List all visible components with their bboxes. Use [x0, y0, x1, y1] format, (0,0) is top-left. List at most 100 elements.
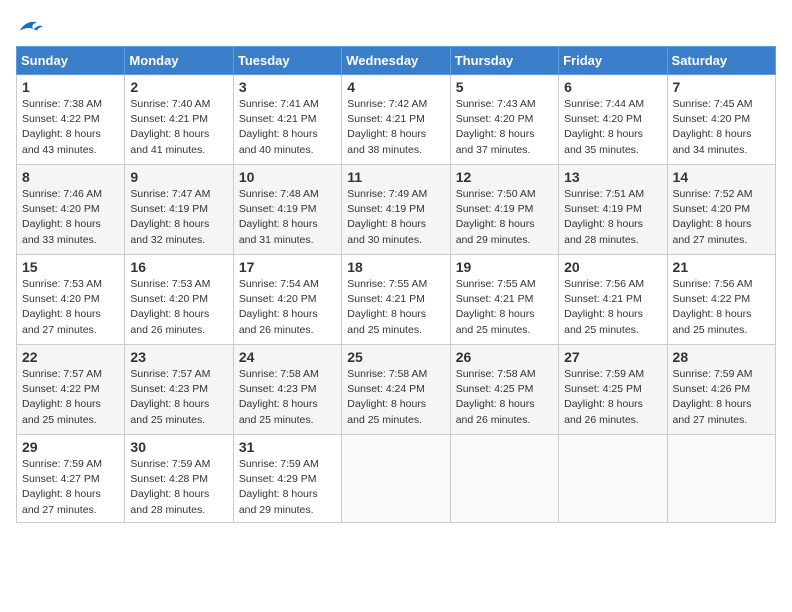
day-info: Sunrise: 7:47 AMSunset: 4:19 PMDaylight:…	[130, 187, 227, 248]
calendar-cell: 26 Sunrise: 7:58 AMSunset: 4:25 PMDayligh…	[450, 345, 558, 435]
day-info: Sunrise: 7:42 AMSunset: 4:21 PMDaylight:…	[347, 97, 444, 158]
day-number: 25	[347, 349, 444, 365]
calendar-cell: 2 Sunrise: 7:40 AMSunset: 4:21 PMDaylight…	[125, 75, 233, 165]
calendar-cell: 29Sunrise: 7:59 AMSunset: 4:27 PMDayligh…	[17, 435, 125, 523]
day-info: Sunrise: 7:59 AMSunset: 4:26 PMDaylight:…	[673, 367, 770, 428]
day-info: Sunrise: 7:58 AMSunset: 4:23 PMDaylight:…	[239, 367, 336, 428]
calendar-cell: 13 Sunrise: 7:51 AMSunset: 4:19 PMDayligh…	[559, 165, 667, 255]
day-number: 13	[564, 169, 661, 185]
day-info: Sunrise: 7:51 AMSunset: 4:19 PMDaylight:…	[564, 187, 661, 248]
calendar-cell: 21 Sunrise: 7:56 AMSunset: 4:22 PMDayligh…	[667, 255, 775, 345]
day-number: 15	[22, 259, 119, 275]
day-number: 17	[239, 259, 336, 275]
day-info: Sunrise: 7:59 AMSunset: 4:25 PMDaylight:…	[564, 367, 661, 428]
calendar-cell: 23 Sunrise: 7:57 AMSunset: 4:23 PMDayligh…	[125, 345, 233, 435]
weekday-header: Saturday	[667, 47, 775, 75]
day-info: Sunrise: 7:38 AMSunset: 4:22 PMDaylight:…	[22, 97, 119, 158]
day-number: 7	[673, 79, 770, 95]
day-number: 3	[239, 79, 336, 95]
day-info: Sunrise: 7:57 AMSunset: 4:22 PMDaylight:…	[22, 367, 119, 428]
calendar-cell: 12 Sunrise: 7:50 AMSunset: 4:19 PMDayligh…	[450, 165, 558, 255]
day-info: Sunrise: 7:41 AMSunset: 4:21 PMDaylight:…	[239, 97, 336, 158]
day-info: Sunrise: 7:53 AMSunset: 4:20 PMDaylight:…	[130, 277, 227, 338]
calendar-cell: 20 Sunrise: 7:56 AMSunset: 4:21 PMDayligh…	[559, 255, 667, 345]
day-info: Sunrise: 7:56 AMSunset: 4:21 PMDaylight:…	[564, 277, 661, 338]
day-info: Sunrise: 7:44 AMSunset: 4:20 PMDaylight:…	[564, 97, 661, 158]
calendar-cell: 4Sunrise: 7:42 AMSunset: 4:21 PMDaylight…	[342, 75, 450, 165]
page-header	[16, 16, 776, 38]
calendar-table: SundayMondayTuesdayWednesdayThursdayFrid…	[16, 46, 776, 523]
day-number: 2	[130, 79, 227, 95]
day-number: 5	[456, 79, 553, 95]
calendar-cell: 31 Sunrise: 7:59 AMSunset: 4:29 PMDayligh…	[233, 435, 341, 523]
day-info: Sunrise: 7:58 AMSunset: 4:24 PMDaylight:…	[347, 367, 444, 428]
day-number: 29	[22, 439, 119, 455]
day-number: 27	[564, 349, 661, 365]
day-number: 9	[130, 169, 227, 185]
weekday-header: Sunday	[17, 47, 125, 75]
day-info: Sunrise: 7:58 AMSunset: 4:25 PMDaylight:…	[456, 367, 553, 428]
day-number: 10	[239, 169, 336, 185]
calendar-cell: 15 Sunrise: 7:53 AMSunset: 4:20 PMDayligh…	[17, 255, 125, 345]
calendar-cell: 18Sunrise: 7:55 AMSunset: 4:21 PMDayligh…	[342, 255, 450, 345]
day-number: 22	[22, 349, 119, 365]
day-info: Sunrise: 7:53 AMSunset: 4:20 PMDaylight:…	[22, 277, 119, 338]
weekday-header: Tuesday	[233, 47, 341, 75]
logo-icon	[16, 16, 44, 38]
day-info: Sunrise: 7:59 AMSunset: 4:29 PMDaylight:…	[239, 457, 336, 518]
calendar-cell: 7 Sunrise: 7:45 AMSunset: 4:20 PMDaylight…	[667, 75, 775, 165]
day-number: 6	[564, 79, 661, 95]
day-info: Sunrise: 7:52 AMSunset: 4:20 PMDaylight:…	[673, 187, 770, 248]
day-info: Sunrise: 7:46 AMSunset: 4:20 PMDaylight:…	[22, 187, 119, 248]
day-info: Sunrise: 7:55 AMSunset: 4:21 PMDaylight:…	[347, 277, 444, 338]
day-info: Sunrise: 7:56 AMSunset: 4:22 PMDaylight:…	[673, 277, 770, 338]
calendar-cell: 11 Sunrise: 7:49 AMSunset: 4:19 PMDayligh…	[342, 165, 450, 255]
calendar-cell: 6 Sunrise: 7:44 AMSunset: 4:20 PMDaylight…	[559, 75, 667, 165]
calendar-cell: 3 Sunrise: 7:41 AMSunset: 4:21 PMDaylight…	[233, 75, 341, 165]
calendar-cell: 8Sunrise: 7:46 AMSunset: 4:20 PMDaylight…	[17, 165, 125, 255]
logo	[16, 16, 48, 38]
calendar-cell: 22 Sunrise: 7:57 AMSunset: 4:22 PMDayligh…	[17, 345, 125, 435]
calendar-cell: 19Sunrise: 7:55 AMSunset: 4:21 PMDayligh…	[450, 255, 558, 345]
calendar-cell: 17 Sunrise: 7:54 AMSunset: 4:20 PMDayligh…	[233, 255, 341, 345]
day-number: 23	[130, 349, 227, 365]
calendar-cell: 30Sunrise: 7:59 AMSunset: 4:28 PMDayligh…	[125, 435, 233, 523]
day-info: Sunrise: 7:48 AMSunset: 4:19 PMDaylight:…	[239, 187, 336, 248]
calendar-cell: 10 Sunrise: 7:48 AMSunset: 4:19 PMDayligh…	[233, 165, 341, 255]
day-number: 24	[239, 349, 336, 365]
day-number: 16	[130, 259, 227, 275]
day-info: Sunrise: 7:57 AMSunset: 4:23 PMDaylight:…	[130, 367, 227, 428]
day-number: 21	[673, 259, 770, 275]
day-info: Sunrise: 7:54 AMSunset: 4:20 PMDaylight:…	[239, 277, 336, 338]
calendar-header-row: SundayMondayTuesdayWednesdayThursdayFrid…	[17, 47, 776, 75]
weekday-header: Thursday	[450, 47, 558, 75]
day-info: Sunrise: 7:49 AMSunset: 4:19 PMDaylight:…	[347, 187, 444, 248]
weekday-header: Monday	[125, 47, 233, 75]
calendar-cell: 16 Sunrise: 7:53 AMSunset: 4:20 PMDayligh…	[125, 255, 233, 345]
day-number: 1	[22, 79, 119, 95]
calendar-cell: 5 Sunrise: 7:43 AMSunset: 4:20 PMDaylight…	[450, 75, 558, 165]
day-info: Sunrise: 7:43 AMSunset: 4:20 PMDaylight:…	[456, 97, 553, 158]
calendar-cell: 9 Sunrise: 7:47 AMSunset: 4:19 PMDaylight…	[125, 165, 233, 255]
calendar-cell	[342, 435, 450, 523]
calendar-cell	[559, 435, 667, 523]
day-info: Sunrise: 7:50 AMSunset: 4:19 PMDaylight:…	[456, 187, 553, 248]
day-info: Sunrise: 7:45 AMSunset: 4:20 PMDaylight:…	[673, 97, 770, 158]
calendar-cell: 27 Sunrise: 7:59 AMSunset: 4:25 PMDayligh…	[559, 345, 667, 435]
day-number: 20	[564, 259, 661, 275]
day-number: 31	[239, 439, 336, 455]
calendar-cell: 14 Sunrise: 7:52 AMSunset: 4:20 PMDayligh…	[667, 165, 775, 255]
day-number: 30	[130, 439, 227, 455]
weekday-header: Wednesday	[342, 47, 450, 75]
day-number: 11	[347, 169, 444, 185]
day-number: 12	[456, 169, 553, 185]
day-number: 19	[456, 259, 553, 275]
day-info: Sunrise: 7:40 AMSunset: 4:21 PMDaylight:…	[130, 97, 227, 158]
calendar-cell: 25 Sunrise: 7:58 AMSunset: 4:24 PMDayligh…	[342, 345, 450, 435]
calendar-cell: 28Sunrise: 7:59 AMSunset: 4:26 PMDayligh…	[667, 345, 775, 435]
calendar-cell	[450, 435, 558, 523]
day-number: 14	[673, 169, 770, 185]
day-number: 26	[456, 349, 553, 365]
calendar-cell	[667, 435, 775, 523]
weekday-header: Friday	[559, 47, 667, 75]
